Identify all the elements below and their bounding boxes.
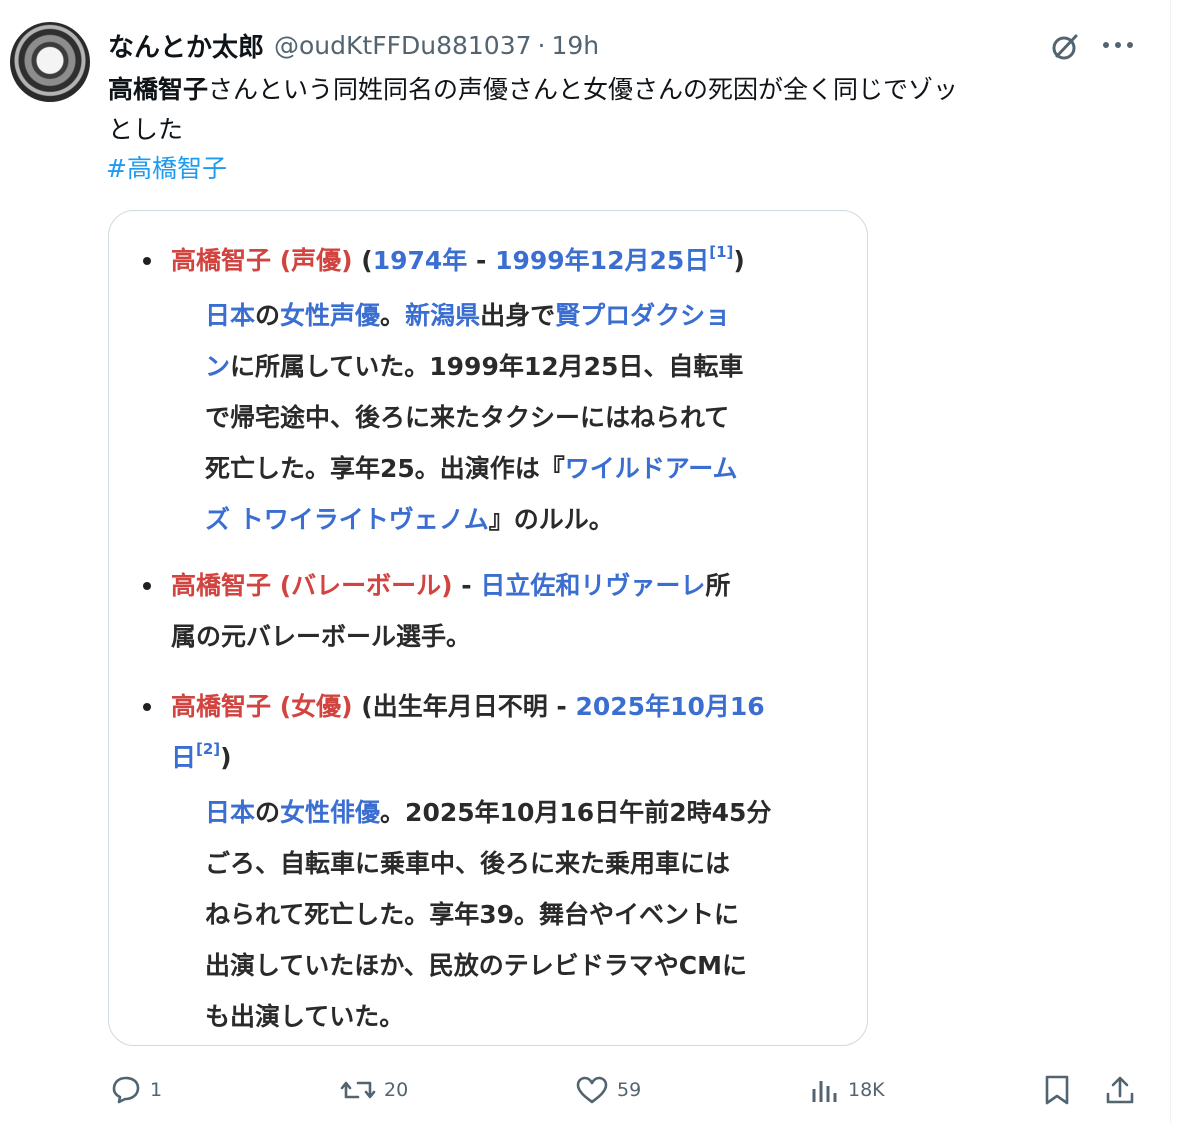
link-japan[interactable]: 日本 [205, 798, 255, 827]
display-name[interactable]: なんとか太郎 [108, 27, 264, 64]
link-production[interactable]: ン [205, 352, 230, 381]
entry1-line1: 高橋智子 (声優) (1974年 - 1999年12月25日[1]) [171, 241, 745, 277]
link-production[interactable]: 賢プロダクショ [555, 301, 730, 330]
retweet-icon [340, 1075, 376, 1105]
post-text-line-2: とした [108, 115, 184, 144]
dash: - [547, 692, 576, 721]
attached-image-card[interactable]: 高橋智子 (声優) (1974年 - 1999年12月25日[1]) 日本の女性… [108, 210, 868, 1046]
grok-icon[interactable] [1048, 30, 1082, 64]
link-voice-actress[interactable]: 女性声優 [280, 301, 380, 330]
post-text-bold: 高橋智子 [108, 75, 209, 104]
paren: ) [220, 743, 232, 772]
text: の [255, 301, 281, 330]
entry1-line2: 日本の女性声優。新潟県出身で賢プロダクショ [205, 296, 730, 332]
more-icon[interactable] [1100, 30, 1136, 60]
entry1-line4: で帰宅途中、後ろに来たタクシーにはねられて [205, 403, 730, 432]
dash: - [467, 246, 496, 275]
post-text-line-1: さんという同姓同名の声優さんと女優さんの死因が全く同じでゾッ [208, 75, 959, 104]
entry3-line4: ごろ、自転車に乗車中、後ろに来た乗用車には [205, 849, 731, 878]
views-icon [810, 1075, 840, 1105]
entry2-name[interactable]: 高橋智子 (バレーボール) [171, 571, 453, 600]
like-icon [575, 1075, 609, 1105]
post-header: なんとか太郎 @oudKtFFDu881037 · 19h [108, 27, 599, 64]
bookmark-icon [1042, 1074, 1072, 1106]
reference-1[interactable]: [1] [709, 243, 733, 261]
text: 所 [705, 571, 731, 600]
repost-count: 20 [384, 1079, 409, 1101]
entry1-line5: 死亡した。享年25。出演作は『ワイルドアーム [205, 449, 738, 485]
bookmark-button[interactable] [1042, 1070, 1072, 1110]
entry1-line6: ズ トワイライトヴェノム』のルル。 [205, 500, 614, 536]
view-count: 18K [848, 1079, 885, 1101]
link-actress[interactable]: 女性俳優 [280, 798, 380, 827]
hashtag-link[interactable]: #高橋智子 [106, 150, 227, 188]
list-bullet [143, 257, 151, 265]
link-wild-arms[interactable]: ズ トワイライトヴェノム [205, 505, 489, 534]
user-handle[interactable]: @oudKtFFDu881037 [274, 31, 532, 60]
entry3-line3: 日本の女性俳優。2025年10月16日午前2時45分 [205, 793, 771, 829]
entry3-line5: ねられて死亡した。享年39。舞台やイベントに [205, 900, 740, 929]
separator-dot: · [537, 30, 546, 60]
text: 』のルル。 [488, 505, 614, 534]
repost-button[interactable]: 20 [340, 1070, 408, 1110]
text: 。2025年10月16日午前2時45分 [380, 798, 772, 827]
post-text: 高橋智子さんという同姓同名の声優さんと女優さんの死因が全く同じでゾッ とした [108, 70, 1138, 150]
entry1-birth[interactable]: 1974年 [373, 246, 468, 275]
paren: ( [352, 246, 373, 275]
dash: - [452, 571, 481, 600]
views-button[interactable]: 18K [810, 1070, 885, 1110]
reply-icon [110, 1075, 142, 1105]
entry3-line6: 出演していたほか、民放のテレビドラマやCMに [205, 951, 747, 980]
text: 。 [380, 301, 406, 330]
paren: ) [733, 246, 745, 275]
link-japan[interactable]: 日本 [205, 301, 255, 330]
like-button[interactable]: 59 [575, 1070, 641, 1110]
reply-count: 1 [150, 1079, 163, 1101]
entry3-line1: 高橋智子 (女優) (出生年月日不明 - 2025年10月16 [171, 687, 765, 723]
reference-2[interactable]: [2] [196, 740, 220, 758]
avatar[interactable] [10, 22, 90, 102]
entry1-death[interactable]: 1999年12月25日 [495, 246, 709, 275]
link-team[interactable]: 日立佐和リヴァーレ [480, 571, 705, 600]
text: (出生年月日不明 [352, 692, 548, 721]
entry2-line1: 高橋智子 (バレーボール) - 日立佐和リヴァーレ所 [171, 566, 730, 602]
list-bullet [143, 703, 151, 711]
text: の [255, 798, 281, 827]
like-count: 59 [617, 1079, 642, 1101]
entry3-name[interactable]: 高橋智子 (女優) [171, 692, 353, 721]
entry3-death[interactable]: 日 [171, 743, 196, 772]
entry3-line2: 日[2]) [171, 738, 232, 774]
link-wild-arms[interactable]: ワイルドアーム [565, 454, 738, 483]
share-icon [1104, 1074, 1136, 1106]
post-time[interactable]: 19h [551, 31, 599, 60]
text: に所属していた。1999年12月25日、自転車 [230, 352, 744, 381]
list-bullet [143, 582, 151, 590]
entry3-line7: も出演していた。 [205, 1002, 405, 1031]
share-button[interactable] [1104, 1070, 1136, 1110]
text: 出身で [480, 301, 556, 330]
reply-button[interactable]: 1 [110, 1070, 162, 1110]
entry1-line3: ンに所属していた。1999年12月25日、自転車 [205, 347, 743, 383]
link-niigata[interactable]: 新潟県 [405, 301, 480, 330]
entry1-name[interactable]: 高橋智子 (声優) [171, 246, 353, 275]
entry3-death[interactable]: 2025年10月16 [576, 692, 765, 721]
text: 死亡した。享年25。出演作は『 [205, 454, 565, 483]
entry2-line2: 属の元バレーボール選手。 [171, 622, 472, 651]
timeline-border [1170, 0, 1171, 1123]
